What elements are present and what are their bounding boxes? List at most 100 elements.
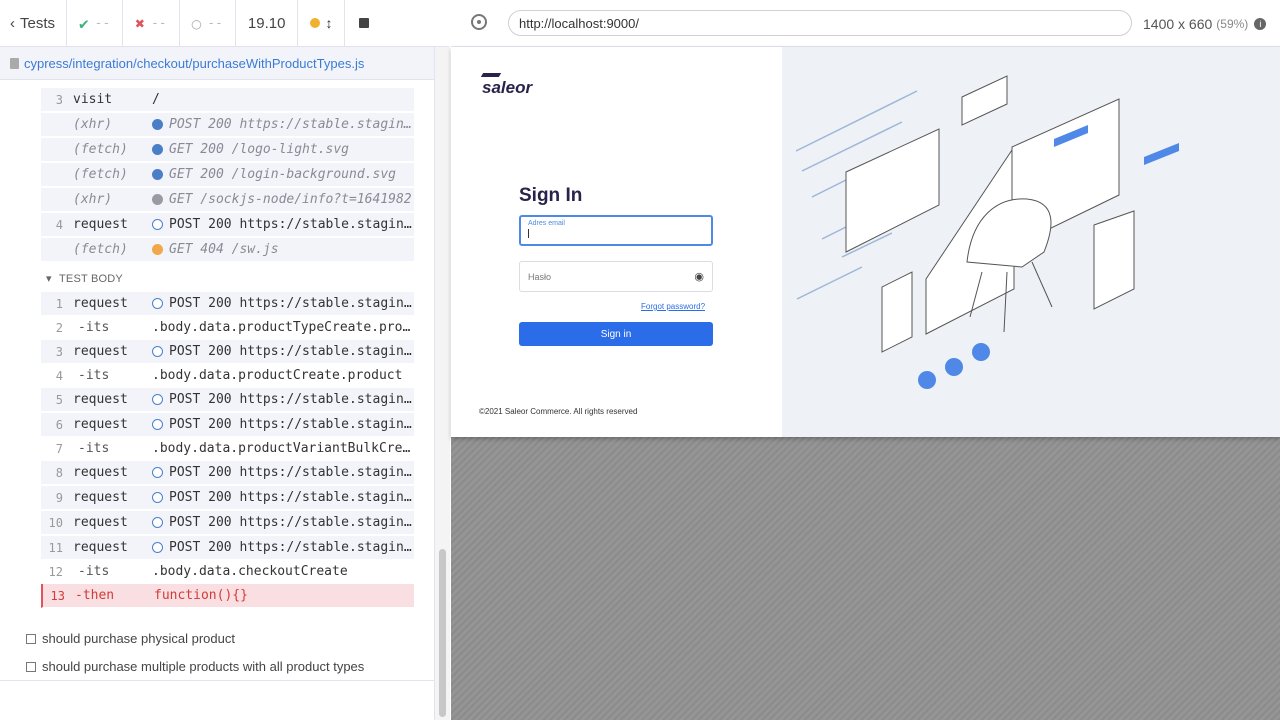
command-message: .body.data.productCreate.product: [152, 368, 403, 383]
command-row[interactable]: 1 request POST 200 https://stable.staging.…: [41, 292, 414, 316]
x-icon: ✖: [135, 13, 145, 33]
stop-icon: [359, 18, 370, 28]
status-dot-icon: [152, 467, 163, 478]
command-row[interactable]: 5 request POST 200 https://stable.staging.…: [41, 388, 414, 412]
status-dot-icon: [152, 119, 163, 130]
check-icon: ✔: [79, 13, 89, 33]
spec-file-link[interactable]: cypress/integration/checkout/purchaseWit…: [24, 56, 364, 71]
status-dot-icon: [152, 419, 163, 430]
command-message: /: [152, 92, 160, 107]
passed-count[interactable]: ✔ --: [67, 0, 124, 46]
sign-in-button[interactable]: Sign in: [519, 322, 713, 346]
command-message: POST 200 https://stable.staging.saleor.c…: [152, 465, 414, 480]
command-name: -its: [78, 368, 110, 383]
command-name: (fetch): [73, 142, 128, 157]
command-name: request: [73, 296, 128, 311]
command-message: GET 200 /logo-light.svg: [152, 142, 414, 157]
command-name: request: [73, 515, 128, 530]
failed-count[interactable]: ✖ --: [123, 0, 180, 46]
command-row[interactable]: 11 request POST 200 https://stable.staging…: [41, 536, 414, 560]
command-row[interactable]: 10 request POST 200 https://stable.staging…: [41, 511, 414, 535]
command-number: 4: [55, 368, 63, 383]
status-dot-icon: [152, 542, 163, 553]
command-row[interactable]: 6 request POST 200 https://stable.staging.…: [41, 413, 414, 437]
status-dot-icon: [152, 219, 163, 230]
checkbox-icon: [26, 633, 36, 644]
command-row[interactable]: 4 -its .body.data.productCreate.product: [41, 365, 414, 387]
status-dot-icon: [152, 194, 163, 205]
isometric-illustration: [795, 75, 1179, 389]
command-log[interactable]: 3 visit / (xhr) POST 200 https://stable.stag…: [0, 80, 434, 680]
info-icon[interactable]: i: [1254, 17, 1267, 30]
command-row[interactable]: (fetch) GET 200 /login-background.svg: [41, 163, 414, 187]
logo-mark-icon: [480, 73, 502, 77]
forgot-password-link[interactable]: Forgot password?: [641, 302, 705, 311]
command-name: request: [73, 392, 128, 407]
command-name: (fetch): [73, 167, 128, 182]
command-row[interactable]: 7 -its .body.data.productVariantBulkCreate…: [41, 438, 414, 460]
selector-playground-button[interactable]: [471, 14, 487, 30]
status-dot-icon: [152, 244, 163, 255]
command-message: GET 200 /login-background.svg: [152, 167, 414, 182]
command-message: POST 200 https://stable.staging.saleor.c…: [152, 296, 414, 311]
command-row[interactable]: (fetch) GET 200 /logo-light.svg: [41, 138, 414, 162]
command-message: function(){}: [154, 588, 248, 603]
pending-count[interactable]: ○ --: [180, 0, 236, 46]
eye-icon[interactable]: ◉: [694, 270, 704, 283]
command-name: -its: [78, 441, 110, 456]
command-message: POST 200 https://stable.staging.saleor.c…: [152, 490, 414, 505]
command-row[interactable]: 3 visit /: [41, 88, 414, 112]
scrollbar-thumb[interactable]: [439, 549, 446, 717]
command-name: request: [73, 490, 128, 505]
scroll-arrows-icon: ↕: [325, 15, 333, 31]
password-field[interactable]: Hasło ◉: [519, 261, 713, 292]
command-message: GET 404 /sw.js: [152, 242, 414, 257]
command-number: 7: [55, 441, 63, 456]
auto-scroll-toggle[interactable]: ↕: [298, 0, 346, 46]
login-background: [782, 47, 1280, 437]
test-item-physical-product[interactable]: should purchase physical product: [26, 631, 235, 646]
command-message: GET /sockjs-node/info?t=1641982: [152, 192, 414, 207]
command-message: .body.data.productVariantBulkCreate.prod…: [152, 441, 414, 456]
command-name: request: [73, 344, 128, 359]
test-item-multiple-products[interactable]: should purchase multiple products with a…: [26, 659, 364, 674]
command-row[interactable]: 12 -its .body.data.checkoutCreate: [41, 561, 414, 583]
command-message: POST 200 https://stable.staging.saleor.c…: [152, 392, 414, 407]
command-row[interactable]: (xhr) GET /sockjs-node/info?t=1641982: [41, 188, 414, 212]
command-number: 3: [55, 344, 63, 359]
command-name: visit: [73, 92, 113, 107]
command-row[interactable]: 3 request POST 200 https://stable.staging.…: [41, 340, 414, 364]
test-body-header[interactable]: ▾ TEST BODY: [46, 272, 123, 285]
status-dot-icon: [152, 169, 163, 180]
command-number: 3: [55, 92, 63, 107]
command-number: 5: [55, 392, 63, 407]
tests-back-button[interactable]: ‹ Tests: [0, 0, 67, 46]
command-number: 11: [48, 540, 63, 555]
command-row[interactable]: 2 -its .body.data.productTypeCreate.produc…: [41, 317, 414, 339]
command-row[interactable]: 13 -then function(){}: [41, 584, 414, 608]
command-row[interactable]: 4 request POST 200 https://stable.staging.…: [41, 213, 414, 237]
command-row[interactable]: (xhr) POST 200 https://stable.staging.sal…: [41, 113, 414, 137]
command-message: POST 200 https://stable.staging.saleor.c…: [152, 117, 414, 132]
status-dot-icon: [152, 394, 163, 405]
status-dot-icon: [152, 517, 163, 528]
copyright: ©2021 Saleor Commerce. All rights reserv…: [479, 407, 638, 416]
runner-header: ‹ Tests ✔ -- ✖ -- ○ -- 19.10 ↕: [0, 0, 449, 47]
email-field[interactable]: Adres email: [519, 215, 713, 246]
status-dot-icon: [152, 298, 163, 309]
command-row[interactable]: 8 request POST 200 https://stable.staging.…: [41, 461, 414, 485]
command-message: .body.data.checkoutCreate: [152, 564, 348, 579]
page-title: Sign In: [519, 185, 583, 206]
command-number: 13: [50, 588, 65, 603]
command-message: POST 200 https://stable.staging.saleor.c…: [152, 344, 414, 359]
stop-button[interactable]: [345, 0, 383, 46]
aut-header: http://localhost:9000/ 1400 x 660 (59%) …: [451, 0, 1280, 47]
command-log-scrollbar[interactable]: [434, 47, 450, 720]
command-row[interactable]: 9 request POST 200 https://stable.staging.…: [41, 486, 414, 510]
command-row[interactable]: (fetch) GET 404 /sw.js: [41, 238, 414, 262]
command-number: 9: [55, 490, 63, 505]
command-number: 1: [55, 296, 63, 311]
command-message: POST 200 https://stable.staging.saleor.c…: [152, 540, 414, 555]
url-bar[interactable]: http://localhost:9000/: [508, 10, 1132, 36]
status-dot-icon: [152, 144, 163, 155]
